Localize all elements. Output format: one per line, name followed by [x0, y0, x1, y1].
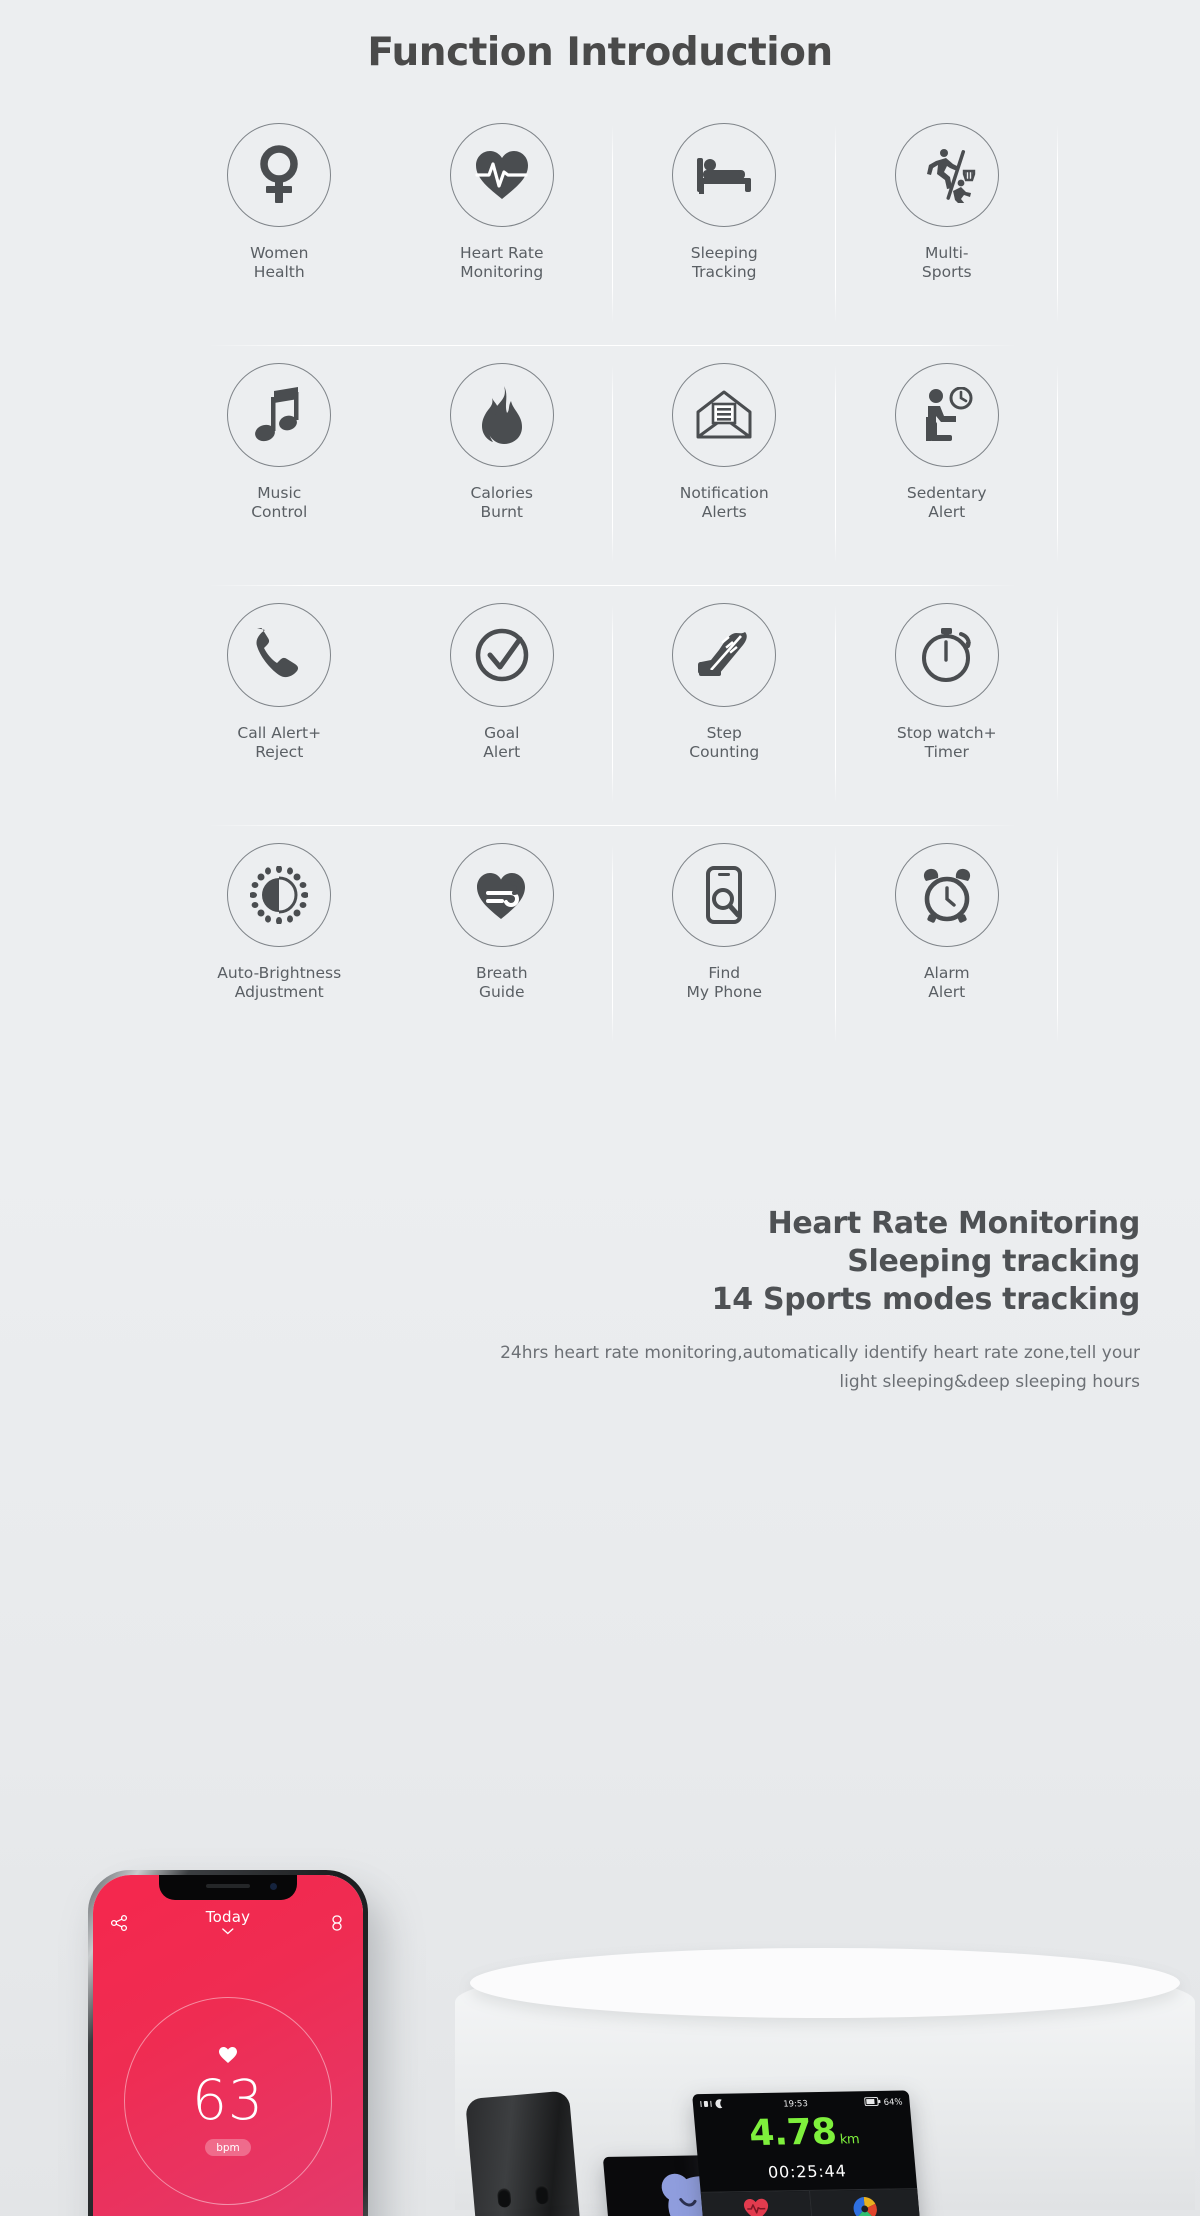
front-camera-icon — [270, 1883, 277, 1890]
run-tile-hr-zone: 31-102 — [808, 2189, 923, 2216]
feature-label: Sleeping Tracking — [690, 244, 758, 281]
page-title: Function Introduction — [367, 30, 833, 75]
phone-search-icon — [672, 843, 777, 947]
feature-item-sedentary-alert[interactable]: Sedentary Alert — [836, 345, 1059, 585]
feature-item-multi-sports[interactable]: Multi- Sports — [836, 105, 1059, 345]
feature-item-step-counting[interactable]: Step Counting — [613, 585, 836, 825]
multi-sports-icon — [894, 123, 999, 227]
product-pedestal-top — [470, 1948, 1180, 2018]
check-circle-icon — [449, 603, 554, 707]
status-left-icons — [700, 2099, 727, 2112]
promo-headline-line3: 14 Sports modes tracking — [711, 1282, 1141, 1317]
promo-copy: Heart Rate Monitoring Sleeping tracking … — [500, 1205, 1140, 1397]
feature-label: Step Counting — [689, 724, 760, 761]
stopwatch-icon — [894, 603, 999, 707]
run-distance-value: 4.78 — [747, 2111, 839, 2155]
run-distance: 4.78km — [694, 2112, 915, 2162]
feature-item-music-control[interactable]: Music Control — [168, 345, 391, 585]
running-shoe-icon — [672, 603, 777, 707]
feature-item-calories-burnt[interactable]: Calories Burnt — [391, 345, 614, 585]
earpiece-speaker — [206, 1884, 250, 1888]
smartphone-mockup: Today 63 bpm Activity Sl — [88, 1870, 368, 2216]
feature-label: Notification Alerts — [679, 484, 769, 521]
feature-item-heart-rate-monitoring[interactable]: Heart Rate Monitoring — [391, 105, 614, 345]
feature-item-sleeping-tracking[interactable]: Sleeping Tracking — [613, 105, 836, 345]
feature-grid: Women Health Heart Rate Monitoring Sleep… — [168, 105, 1058, 1065]
heart-rate-value: 63 — [192, 2068, 264, 2132]
phone-handset-icon — [227, 603, 332, 707]
feature-label: Stop watch+ Timer — [896, 724, 997, 761]
heart-rate-pane: Today 63 bpm Activity Sl — [93, 1875, 363, 2216]
link-chain-icon[interactable] — [328, 1914, 346, 1937]
promo-headline-line2: Sleeping tracking — [847, 1244, 1140, 1279]
watch-status-bar: 19:53 64% — [692, 2090, 910, 2112]
run-metric-tiles: 95 31-102 — [700, 2188, 923, 2216]
feature-label: Find My Phone — [686, 964, 763, 1001]
bed-sleeping-icon — [672, 123, 777, 227]
feature-label: Goal Alert — [483, 724, 521, 761]
feature-label: Alarm Alert — [923, 964, 970, 1001]
run-duration: 00:25:44 — [767, 2161, 848, 2182]
music-note-icon — [227, 363, 332, 467]
flame-icon — [449, 363, 554, 467]
feature-item-women-health[interactable]: Women Health — [168, 105, 391, 345]
feature-item-stop-watch-timer[interactable]: Stop watch+ Timer — [836, 585, 1059, 825]
heart-filled-icon — [219, 2047, 237, 2063]
feature-label: Calories Burnt — [470, 484, 533, 521]
watch-strap-top — [465, 2090, 586, 2216]
battery-level: 64% — [883, 2097, 904, 2108]
feature-item-find-my-phone[interactable]: Find My Phone — [613, 825, 836, 1065]
sitting-person-clock-icon — [894, 363, 999, 467]
feature-item-auto-brightness-adjustment[interactable]: Auto-Brightness Adjustment — [168, 825, 391, 1065]
promo-body-text: 24hrs heart rate monitoring,automaticall… — [500, 1343, 1140, 1392]
date-selector-label: Today — [205, 1908, 251, 1926]
female-gender-icon — [227, 123, 332, 227]
feature-item-breath-guide[interactable]: Breath Guide — [391, 825, 614, 1065]
battery-icon — [864, 2096, 881, 2107]
feature-item-goal-alert[interactable]: Goal Alert — [391, 585, 614, 825]
promo-headline-line1: Heart Rate Monitoring — [767, 1206, 1141, 1241]
watch-status-time: 19:53 — [782, 2098, 809, 2110]
product-showcase-section: Heart Rate Monitoring Sleeping tracking … — [0, 1120, 1200, 2216]
hr-zone-icon — [851, 2196, 880, 2216]
feature-item-notification-alerts[interactable]: Notification Alerts — [613, 345, 836, 585]
feature-label: Multi- Sports — [921, 244, 972, 281]
alarm-clock-icon — [894, 843, 999, 947]
feature-item-alarm-alert[interactable]: Alarm Alert — [836, 825, 1059, 1065]
date-selector[interactable]: Today — [206, 1908, 250, 1935]
brightness-icon — [227, 843, 332, 947]
envelope-message-icon — [672, 363, 777, 467]
run-distance-unit: km — [839, 2132, 860, 2148]
battery-status: 64% — [864, 2096, 904, 2109]
run-tile-heart-rate: 95 — [700, 2190, 814, 2216]
feature-label: Music Control — [251, 484, 308, 521]
heart-breath-icon — [449, 843, 554, 947]
feature-label: Heart Rate Monitoring — [459, 244, 544, 281]
feature-label: Call Alert+ Reject — [237, 724, 322, 761]
feature-label: Breath Guide — [475, 964, 528, 1001]
feature-label: Auto-Brightness Adjustment — [217, 964, 342, 1001]
chevron-down-icon — [222, 1928, 234, 1935]
heart-rate-icon — [742, 2198, 771, 2216]
share-nodes-icon[interactable] — [110, 1914, 128, 1937]
phone-screen: Today 63 bpm Activity Sl — [93, 1875, 363, 2216]
feature-item-call-alert-reject[interactable]: Call Alert+ Reject — [168, 585, 391, 825]
feature-label: Sedentary Alert — [906, 484, 987, 521]
watch-running-screen: 19:53 64% 4.78km 00:25:44 9 — [692, 2090, 924, 2216]
phone-notch — [159, 1875, 297, 1900]
function-introduction-section: Function Introduction Women Health Heart… — [0, 0, 1200, 1120]
feature-label: Women Health — [250, 244, 309, 281]
heart-rate-ring: 63 bpm — [124, 1997, 332, 2205]
heart-rate-unit: bpm — [205, 2139, 251, 2156]
heart-pulse-icon — [449, 123, 554, 227]
